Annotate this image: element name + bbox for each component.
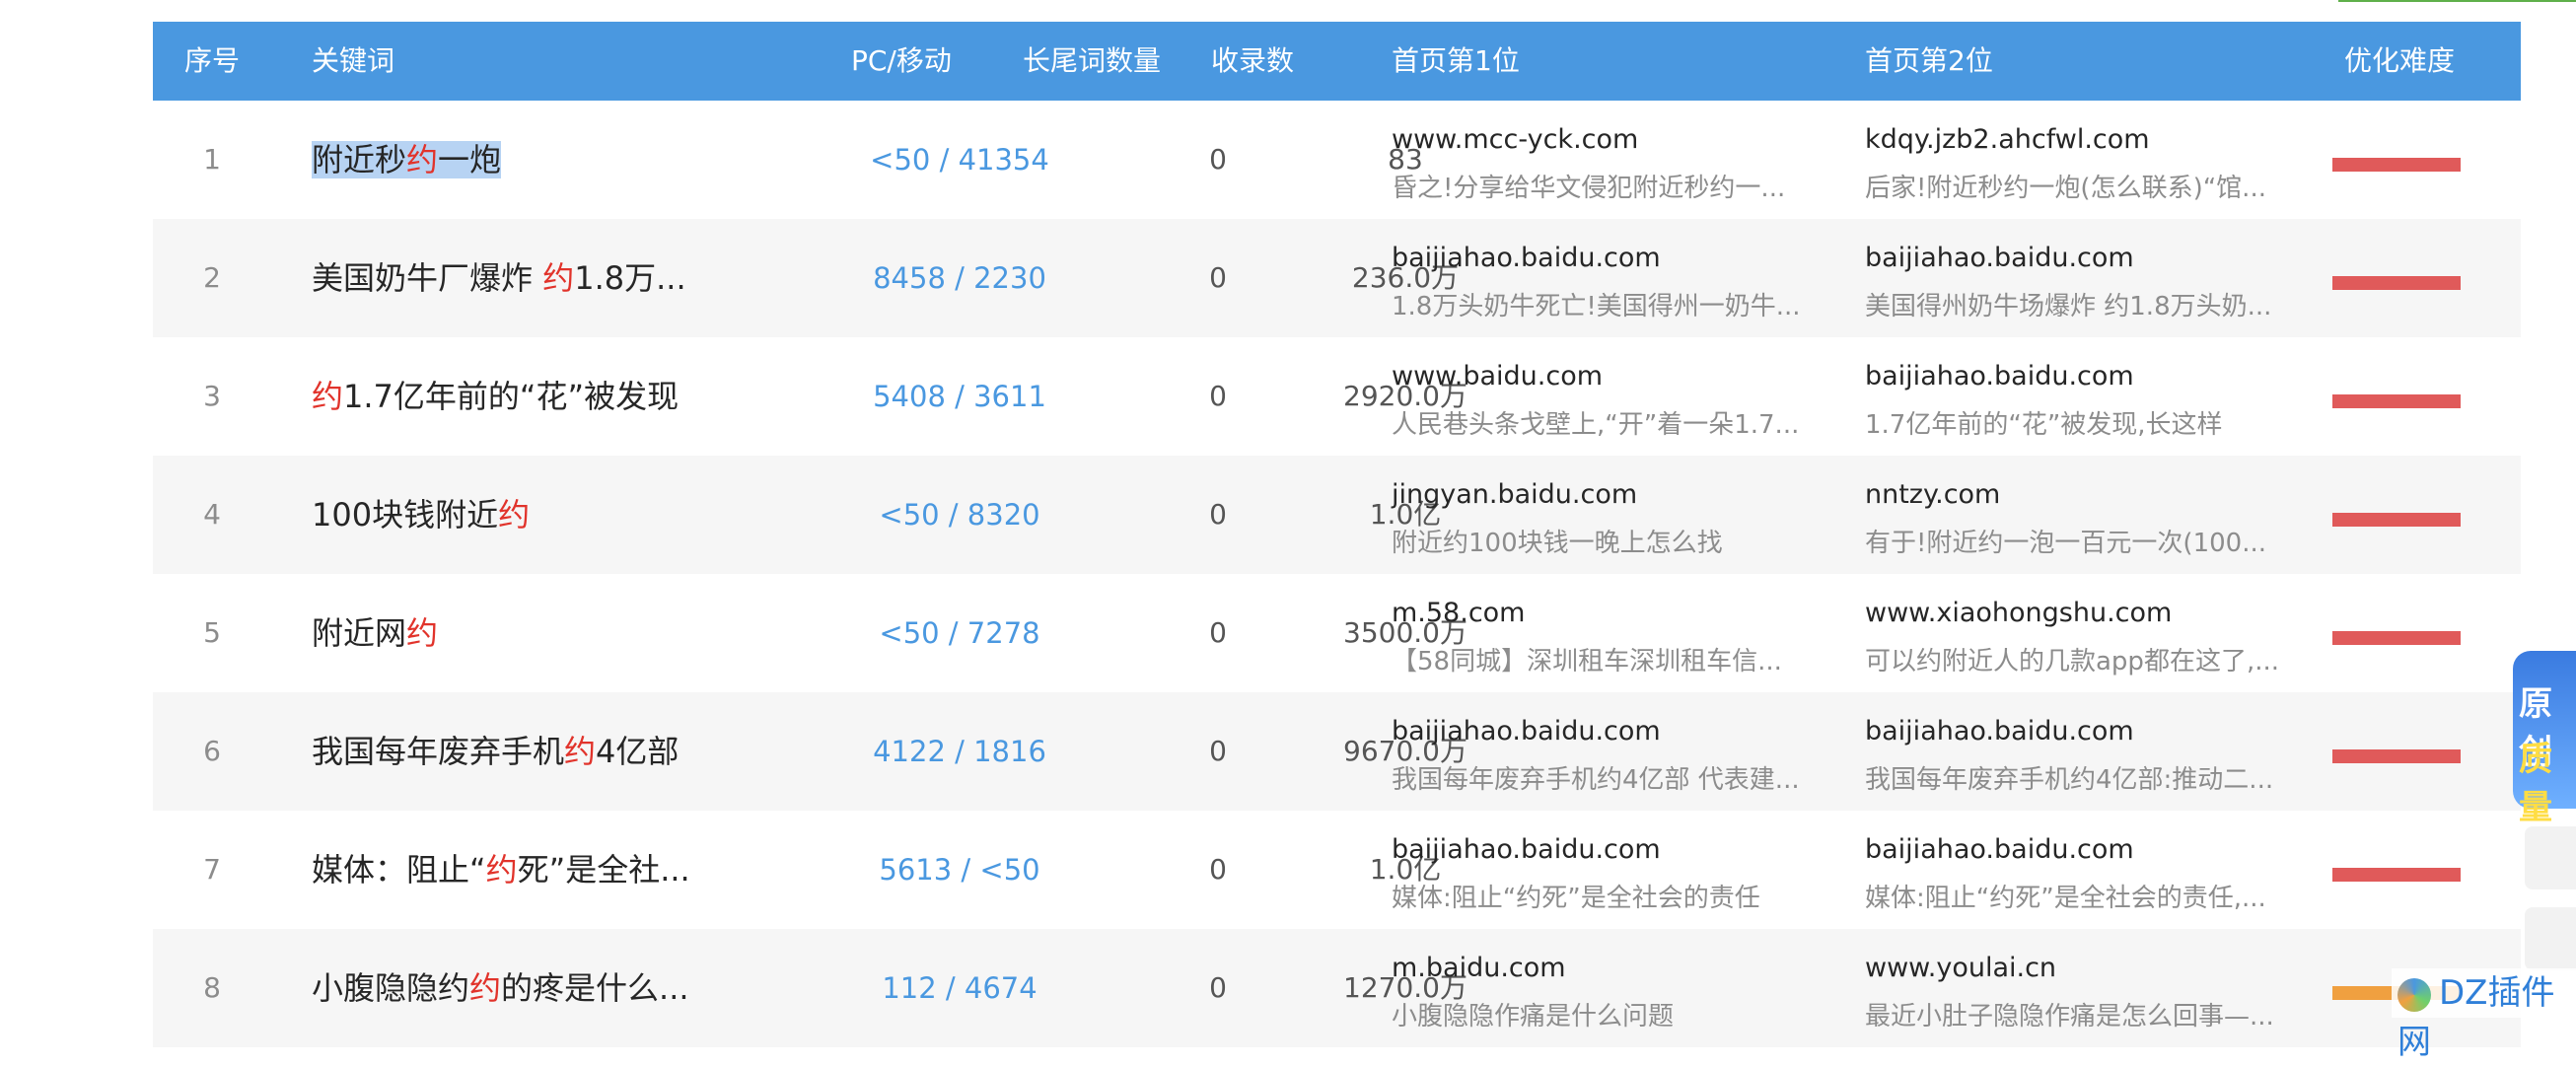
rank2-domain[interactable]: baijiahao.baidu.com — [1865, 361, 2134, 391]
rank1-domain[interactable]: jingyan.baidu.com — [1392, 479, 1637, 510]
table-row: 5 附近网约 <50 / 7278 0 3500.0万 m.58.com 【58… — [153, 574, 2521, 692]
rank2-domain[interactable]: baijiahao.baidu.com — [1865, 243, 2134, 273]
badge-line2: 质量 — [2519, 740, 2552, 827]
header-indexed[interactable]: 收录数 — [1211, 22, 1294, 101]
rank1-domain[interactable]: www.baidu.com — [1392, 361, 1603, 391]
row-keyword[interactable]: 100块钱附近约 — [312, 456, 530, 574]
row-pc-mobile[interactable]: <50 / 7278 — [792, 574, 1127, 692]
row-keyword[interactable]: 美国奶牛厂爆炸 约1.8万... — [312, 219, 686, 337]
row-index: 8 — [203, 971, 221, 1004]
rank1-domain[interactable]: baijiahao.baidu.com — [1392, 834, 1661, 865]
top-accent-strip — [2338, 0, 2576, 2]
row-keyword[interactable]: 附近网约 — [312, 574, 438, 692]
rank1-snippet: 昏之!分享给华文侵犯附近秒约一... — [1392, 174, 1786, 203]
rank1-snippet: 1.8万头奶牛死亡!美国得州一奶牛... — [1392, 292, 1801, 321]
table-row: 8 小腹隐隐约约的疼是什么... 112 / 4674 0 1270.0万 m.… — [153, 929, 2521, 1047]
difficulty-bar — [2332, 513, 2461, 527]
rank2-snippet: 最近小肚子隐隐作痛是怎么回事—... — [1865, 1002, 2274, 1031]
row-keyword[interactable]: 小腹隐隐约约的疼是什么... — [312, 929, 689, 1047]
header-rank1[interactable]: 首页第1位 — [1392, 22, 1520, 101]
row-pc-mobile[interactable]: <50 / 41354 — [792, 101, 1127, 219]
rank1-domain[interactable]: www.mcc-yck.com — [1392, 124, 1638, 155]
difficulty-bar — [2332, 631, 2461, 645]
rank2-snippet: 媒体:阻止“约死”是全社会的责任,... — [1865, 884, 2266, 913]
table-row: 6 我国每年废弃手机约4亿部 4122 / 1816 0 9670.0万 bai… — [153, 692, 2521, 811]
header-index[interactable]: 序号 — [184, 22, 240, 101]
header-difficulty[interactable]: 优化难度 — [2344, 22, 2455, 101]
header-rank2[interactable]: 首页第2位 — [1865, 22, 1993, 101]
row-keyword[interactable]: 媒体：阻止“约死”是全社... — [312, 811, 690, 929]
rank1-snippet: 小腹隐隐作痛是什么问题 — [1392, 1002, 1675, 1031]
site-watermark: DZ插件网 — [2392, 968, 2576, 1062]
float-action-button[interactable] — [2525, 907, 2576, 970]
rank2-snippet: 可以约附近人的几款app都在这了,... — [1865, 647, 2279, 676]
table-row: 1 附近秒约一炮 <50 / 41354 0 83 www.mcc-yck.co… — [153, 101, 2521, 219]
rank1-domain[interactable]: m.baidu.com — [1392, 953, 1566, 983]
row-pc-mobile[interactable]: 4122 / 1816 — [792, 692, 1127, 811]
rank2-snippet: 我国每年废弃手机约4亿部:推动二... — [1865, 765, 2274, 795]
row-index: 7 — [203, 853, 221, 886]
rank2-snippet: 后家!附近秒约一炮(怎么联系)“馆... — [1865, 174, 2266, 203]
row-pc-mobile[interactable]: 5408 / 3611 — [792, 337, 1127, 456]
difficulty-bar — [2332, 868, 2461, 882]
rank1-snippet: 附近约100块钱一晚上怎么找 — [1392, 529, 1723, 558]
header-longtail[interactable]: 长尾词数量 — [1023, 22, 1161, 101]
row-keyword[interactable]: 我国每年废弃手机约4亿部 — [312, 692, 679, 811]
rank1-snippet: 我国每年废弃手机约4亿部 代表建... — [1392, 765, 1800, 795]
rank1-snippet: 【58同城】深圳租车深圳租车信... — [1392, 647, 1782, 676]
difficulty-bar — [2332, 276, 2461, 290]
row-index: 6 — [203, 735, 221, 767]
row-pc-mobile[interactable]: <50 / 8320 — [792, 456, 1127, 574]
rank1-snippet: 人民巷头条戈壁上,“开”着一朵1.7... — [1392, 410, 1800, 440]
difficulty-bar — [2332, 394, 2461, 408]
row-pc-mobile[interactable]: 112 / 4674 — [792, 929, 1127, 1047]
row-keyword[interactable]: 附近秒约一炮 — [312, 101, 502, 219]
rank2-snippet: 美国得州奶牛场爆炸 约1.8万头奶... — [1865, 292, 2272, 321]
rank2-domain[interactable]: baijiahao.baidu.com — [1865, 834, 2134, 865]
rank2-snippet: 1.7亿年前的“花”被发现,长这样 — [1865, 410, 2223, 440]
row-keyword[interactable]: 约1.7亿年前的“花”被发现 — [312, 337, 679, 456]
watermark-logo-icon — [2397, 977, 2431, 1012]
rank1-domain[interactable]: baijiahao.baidu.com — [1392, 243, 1661, 273]
header-pc-mobile[interactable]: PC/移动 — [851, 22, 952, 101]
row-pc-mobile[interactable]: 5613 / <50 — [792, 811, 1127, 929]
table-header: 序号 关键词 PC/移动 长尾词数量 收录数 首页第1位 首页第2位 优化难度 — [153, 22, 2521, 101]
rank1-domain[interactable]: m.58.com — [1392, 598, 1526, 628]
table-row: 2 美国奶牛厂爆炸 约1.8万... 8458 / 2230 0 236.0万 … — [153, 219, 2521, 337]
rank2-domain[interactable]: nntzy.com — [1865, 479, 2000, 510]
rank1-snippet: 媒体:阻止“约死”是全社会的责任 — [1392, 884, 1760, 913]
header-keyword[interactable]: 关键词 — [312, 22, 394, 101]
table-row: 4 100块钱附近约 <50 / 8320 0 1.0亿 jingyan.bai… — [153, 456, 2521, 574]
float-action-button[interactable] — [2525, 826, 2576, 889]
rank2-domain[interactable]: kdqy.jzb2.ahcfwl.com — [1865, 124, 2150, 155]
row-index: 1 — [203, 143, 221, 176]
table-row: 3 约1.7亿年前的“花”被发现 5408 / 3611 0 2920.0万 w… — [153, 337, 2521, 456]
rank2-snippet: 有于!附近约一泡一百元一次(100... — [1865, 529, 2266, 558]
row-index: 3 — [203, 380, 221, 412]
row-pc-mobile[interactable]: 8458 / 2230 — [792, 219, 1127, 337]
rank2-domain[interactable]: www.xiaohongshu.com — [1865, 598, 2172, 628]
original-quality-badge[interactable]: 原创 质量 — [2513, 651, 2576, 827]
rank2-domain[interactable]: www.youlai.cn — [1865, 953, 2056, 983]
difficulty-bar — [2332, 749, 2461, 763]
keyword-table: 序号 关键词 PC/移动 长尾词数量 收录数 首页第1位 首页第2位 优化难度 … — [153, 22, 2521, 1047]
difficulty-bar — [2332, 158, 2461, 172]
row-index: 4 — [203, 498, 221, 531]
rank1-domain[interactable]: baijiahao.baidu.com — [1392, 716, 1661, 747]
row-index: 5 — [203, 616, 221, 649]
rank2-domain[interactable]: baijiahao.baidu.com — [1865, 716, 2134, 747]
table-row: 7 媒体：阻止“约死”是全社... 5613 / <50 0 1.0亿 baij… — [153, 811, 2521, 929]
row-index: 2 — [203, 261, 221, 294]
